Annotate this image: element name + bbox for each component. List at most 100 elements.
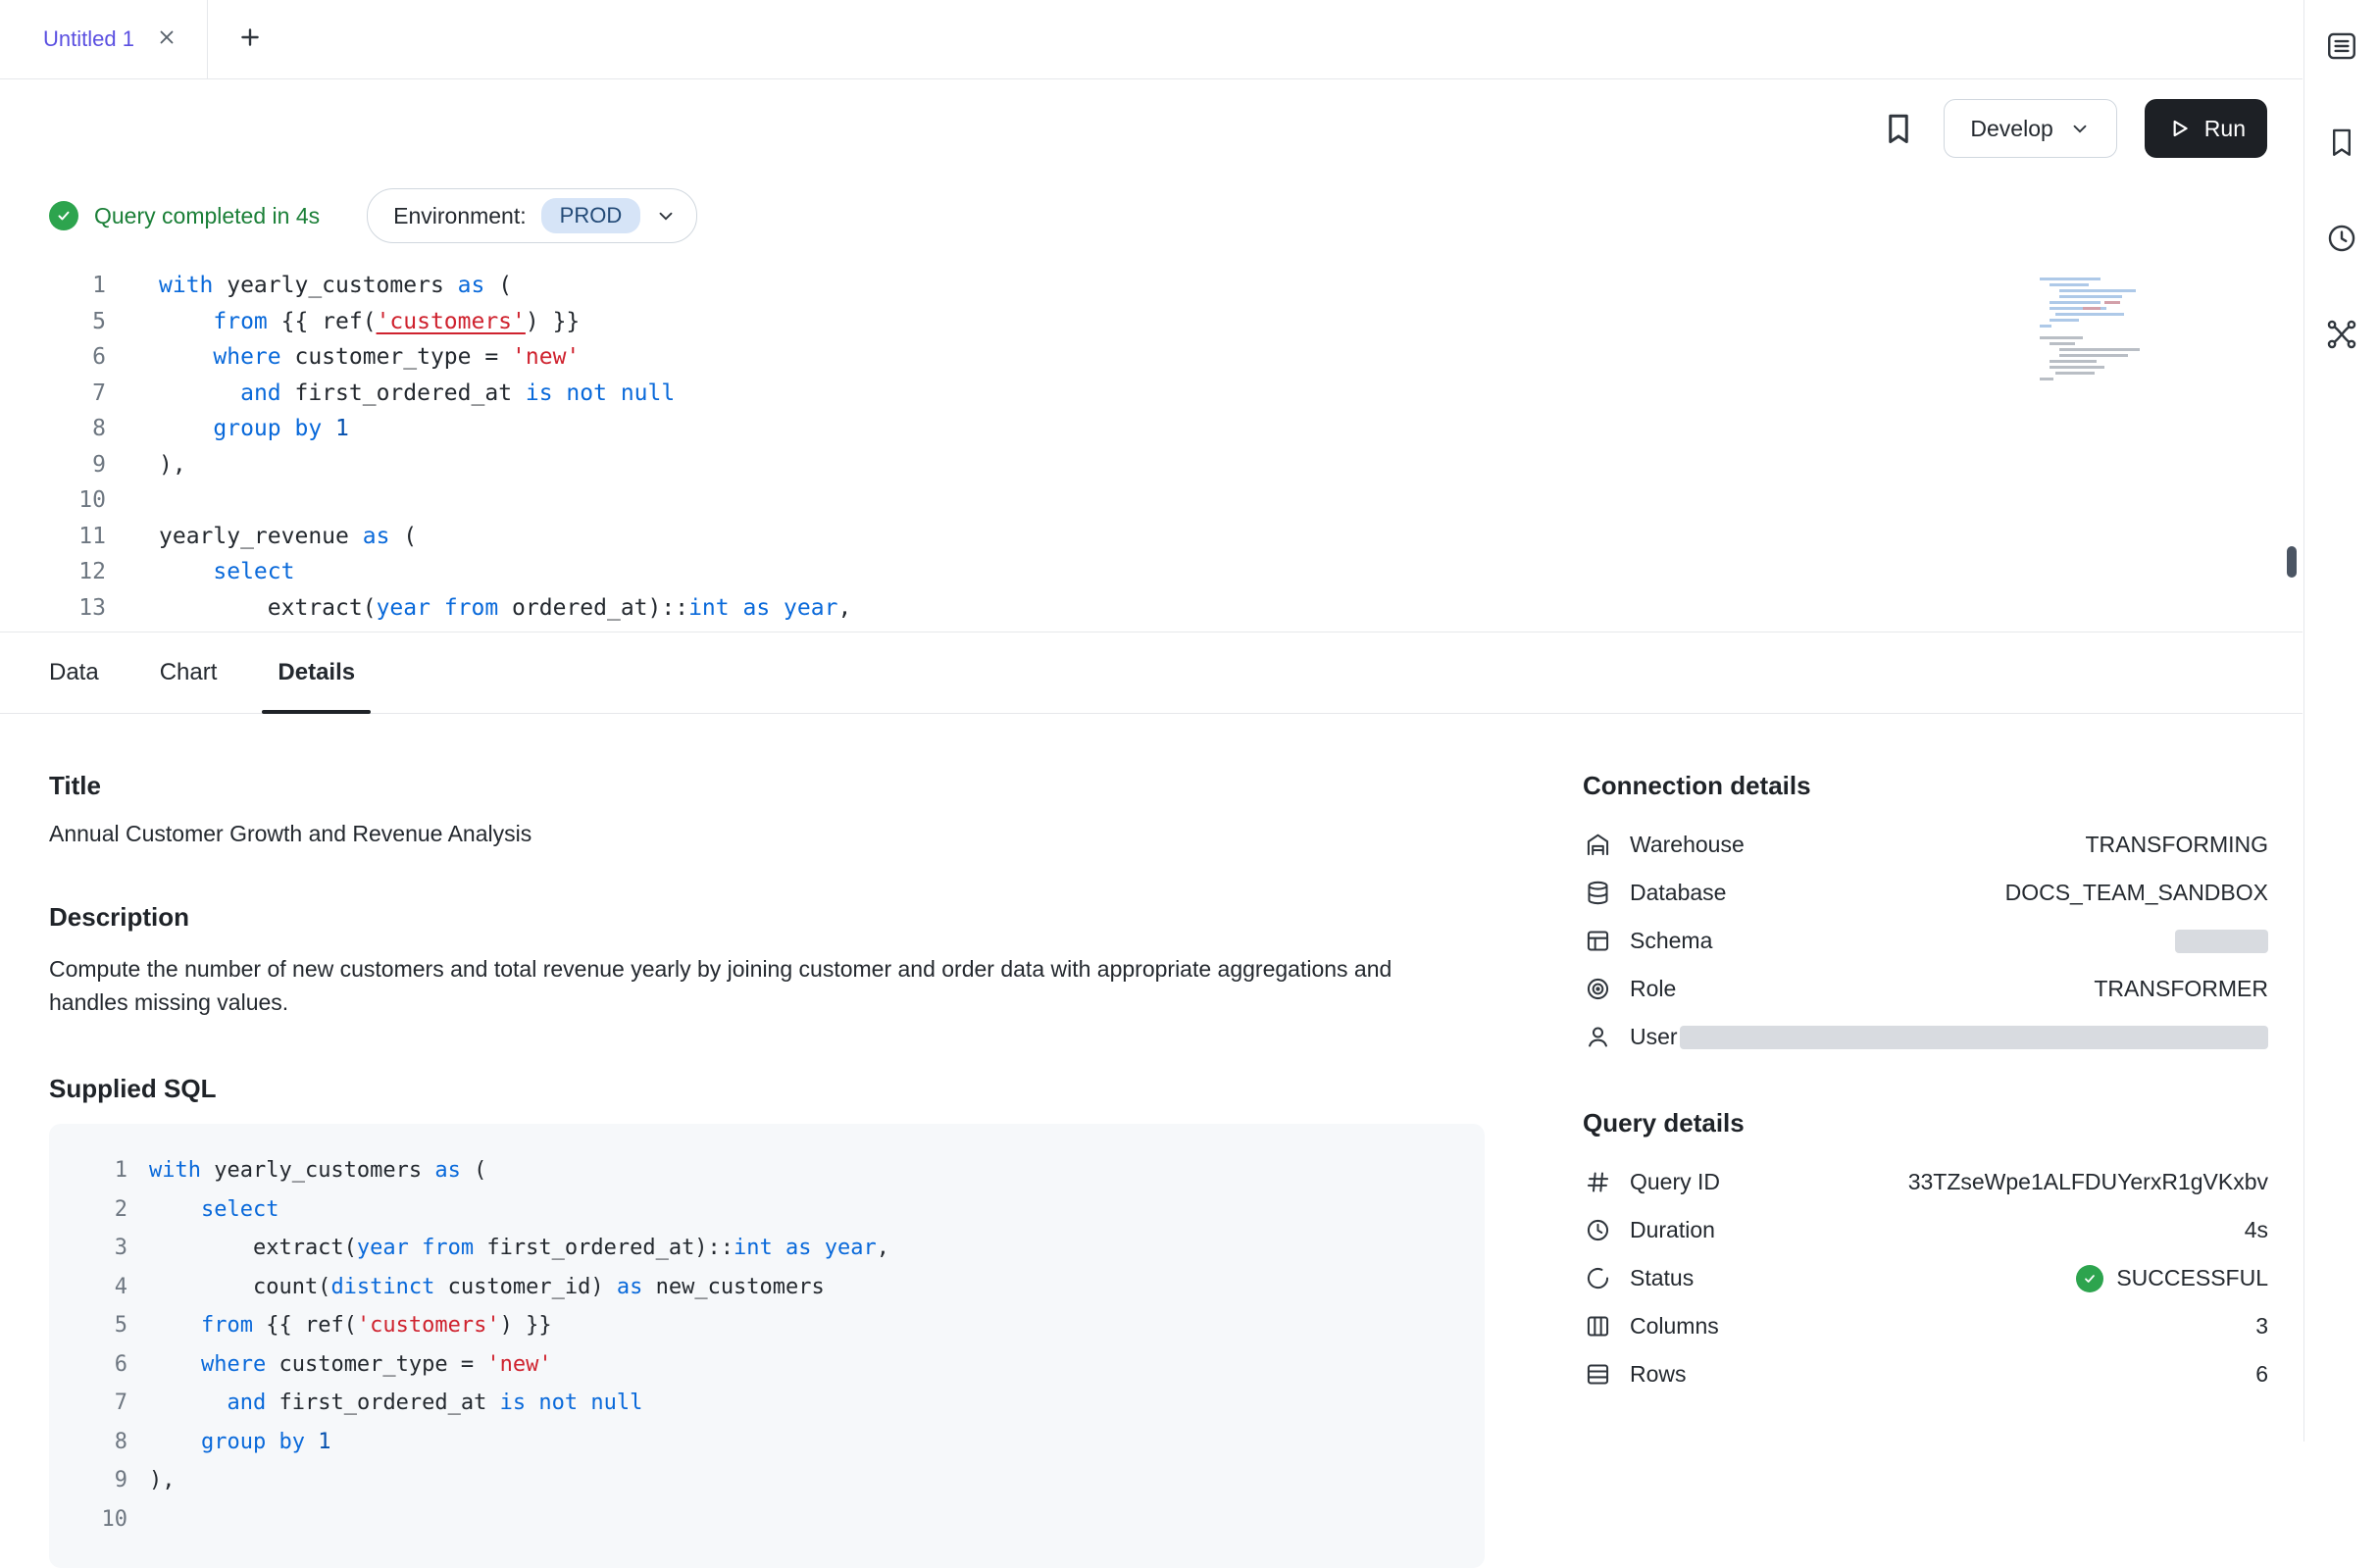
detail-value: 3 [2255,1313,2268,1340]
detail-row-rows: Rows6 [1583,1350,2268,1398]
line-number: 9 [84,1461,127,1500]
warehouse-icon [1583,831,1612,860]
detail-value: 4s [2245,1217,2268,1243]
environment-badge: PROD [541,198,641,233]
line-number: 1 [84,1151,127,1190]
database-icon [1583,879,1612,908]
new-tab-button[interactable] [208,0,292,78]
detail-label: Query ID [1630,1169,1720,1195]
code-line: 1 with yearly_customers as ( [84,1151,1465,1190]
detail-row-database: Database DOCS_TEAM_SANDBOX [1583,869,2268,917]
connection-details-heading: Connection details [1583,771,2268,801]
line-number: 7 [84,1384,127,1423]
code-line: 13 extract(year from ordered_at)::int as… [8,590,2303,627]
code-line: 7 and first_ordered_at is not null [8,376,2303,412]
detail-row-warehouse: WarehouseTRANSFORMING [1583,821,2268,869]
environment-label: Environment: [393,203,527,229]
rows-icon [1583,1360,1612,1390]
query-status-text: Query completed in 4s [94,203,320,229]
code-line: 5 from {{ ref('customers') }} [84,1306,1465,1345]
code-text: ), [149,1461,176,1500]
detail-value: 6 [2255,1361,2268,1388]
detail-row-status: Status SUCCESSFUL [1583,1254,2268,1302]
hash-icon [1583,1168,1612,1197]
run-label: Run [2204,116,2246,142]
line-number: 6 [84,1345,127,1385]
query-details-heading: Query details [1583,1108,2268,1138]
code-line: 11yearly_revenue as ( [8,519,2303,555]
result-tabs: Data Chart Details [0,632,2303,714]
detail-row-columns: Columns3 [1583,1302,2268,1350]
detail-row-user: User [1583,1013,2268,1061]
success-check-icon [49,201,78,230]
code-text: where customer_type = 'new' [149,1345,552,1385]
lineage-icon[interactable] [2321,314,2362,355]
tab-title: Untitled 1 [43,26,134,52]
bookmark-icon[interactable] [2321,122,2362,163]
status-row: Query completed in 4s Environment: PROD [0,177,2303,254]
detail-value: DOCS_TEAM_SANDBOX [2005,880,2268,906]
line-number: 10 [84,1500,127,1540]
right-rail [2303,0,2379,1442]
line-number: 8 [8,411,106,447]
code-text: where customer_type = 'new' [159,339,580,376]
code-line: 6 where customer_type = 'new' [8,339,2303,376]
play-icon [2166,116,2192,141]
title-heading: Title [49,771,1485,801]
description-heading: Description [49,902,1485,933]
code-text: with yearly_customers as ( [149,1151,486,1190]
line-number: 12 [8,554,106,590]
connection-details-rows: WarehouseTRANSFORMING Database DOCS_TEAM_S… [1583,821,2268,1061]
develop-dropdown[interactable]: Develop [1944,99,2116,158]
tab-details[interactable]: Details [262,632,371,713]
environment-selector[interactable]: Environment: PROD [367,188,697,243]
plus-icon [237,25,263,55]
tab-untitled-1[interactable]: Untitled 1 [0,0,208,78]
detail-row-query-id: Query ID33TZseWpe1ALFDUYerxR1gVKxbv [1583,1158,2268,1206]
history-icon[interactable] [2321,218,2362,259]
close-tab-icon[interactable] [156,26,177,53]
code-text: from {{ ref('customers') }} [149,1306,552,1345]
line-number: 2 [84,1190,127,1230]
editor-tab-bar: Untitled 1 [0,0,2303,79]
role-icon [1583,975,1612,1004]
tab-data[interactable]: Data [33,632,115,713]
code-text: with yearly_customers as ( [159,268,512,304]
chevron-down-icon [2069,118,2091,139]
code-line: 7 and first_ordered_at is not null [84,1384,1465,1423]
develop-label: Develop [1970,116,2052,142]
success-check-icon [2076,1265,2103,1292]
detail-label: Duration [1630,1217,1715,1243]
code-text: select [149,1190,278,1230]
run-button[interactable]: Run [2145,99,2267,158]
details-panel: Title Annual Customer Growth and Revenue… [0,714,2303,1568]
tab-chart[interactable]: Chart [144,632,233,713]
code-text: and first_ordered_at is not null [159,376,675,412]
status-icon [1583,1264,1612,1293]
code-line: 3 extract(year from first_ordered_at)::i… [84,1229,1465,1268]
line-number: 7 [8,376,106,412]
code-text: yearly_revenue as ( [159,519,417,555]
query-list-icon[interactable] [2321,25,2362,67]
detail-label: Database [1630,880,1726,906]
code-line: 1with yearly_customers as ( [8,268,2303,304]
line-number: 4 [84,1268,127,1307]
supplied-sql-heading: Supplied SQL [49,1074,1485,1104]
sql-editor[interactable]: 1with yearly_customers as (5 from {{ ref… [0,268,2303,632]
user-icon [1583,1023,1612,1052]
details-right-column: Connection details WarehouseTRANSFORMING… [1583,771,2268,1568]
code-line: 8 group by 1 [8,411,2303,447]
editor-scrollbar[interactable] [2287,546,2297,578]
redacted-value [1680,1026,2268,1049]
clock-icon [1583,1216,1612,1245]
detail-value: SUCCESSFUL [2076,1265,2268,1292]
detail-row-role: RoleTRANSFORMER [1583,965,2268,1013]
code-line: 5 from {{ ref('customers') }} [8,304,2303,340]
line-number: 6 [8,339,106,376]
bookmark-icon[interactable] [1881,111,1916,146]
code-text: ), [159,447,186,483]
detail-label: Status [1630,1265,1694,1291]
minimap[interactable] [2040,276,2155,385]
detail-label: User [1630,1024,1678,1050]
code-text: extract(year from first_ordered_at)::int… [149,1229,889,1268]
